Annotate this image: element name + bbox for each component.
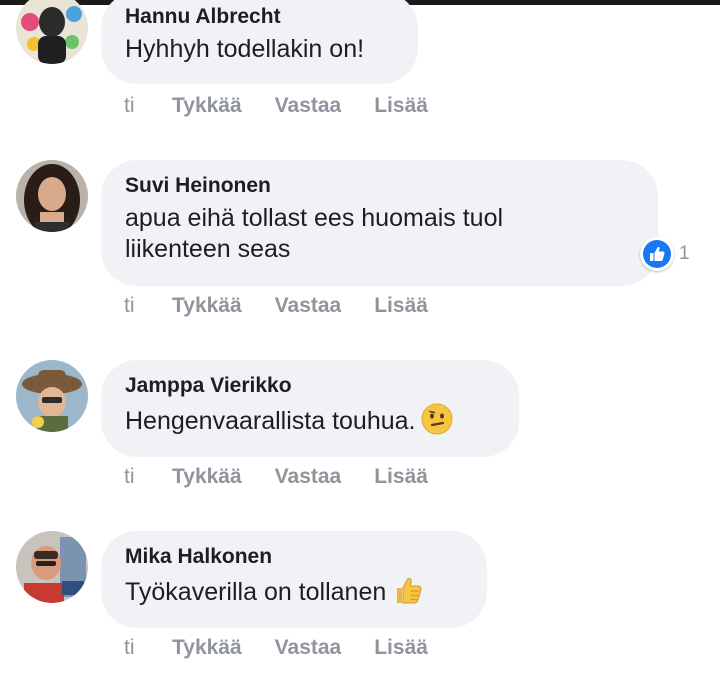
avatar[interactable] — [16, 0, 88, 64]
comment-bubble: Suvi Heinonen apua eihä tollast ees huom… — [101, 160, 658, 286]
author-name[interactable]: Suvi Heinonen — [125, 173, 634, 199]
author-name[interactable]: Mika Halkonen — [125, 544, 463, 570]
avatar[interactable] — [16, 160, 88, 232]
comment-time[interactable]: ti — [124, 293, 172, 319]
like-button[interactable]: Tykkää — [172, 464, 242, 490]
avatar[interactable] — [16, 360, 88, 432]
comment-actions: ti Tykkää Vastaa Lisää — [124, 635, 461, 661]
reaction-count: 1 — [679, 243, 690, 264]
more-button[interactable]: Lisää — [374, 464, 428, 490]
comment-text-content: Hengenvaarallista touhua. — [125, 407, 416, 435]
like-button[interactable]: Tykkää — [172, 293, 242, 319]
like-button[interactable]: Tykkää — [172, 93, 242, 119]
reply-button[interactable]: Vastaa — [275, 635, 342, 661]
comment-time[interactable]: ti — [124, 635, 172, 661]
like-button[interactable]: Tykkää — [172, 635, 242, 661]
author-name[interactable]: Hannu Albrecht — [125, 4, 394, 30]
comment-text-line-1: apua eihä tollast ees huomais tuol — [125, 204, 504, 232]
author-name[interactable]: Jamppa Vierikko — [125, 373, 495, 399]
reaction-summary[interactable]: 1 — [640, 237, 690, 271]
more-button[interactable]: Lisää — [374, 93, 428, 119]
avatar[interactable] — [16, 531, 88, 603]
comment-actions: ti Tykkää Vastaa Lisää — [124, 464, 461, 490]
reply-button[interactable]: Vastaa — [275, 464, 342, 490]
comment-bubble: Hannu Albrecht Hyhhyh todellakin on! — [101, 0, 418, 84]
comment-text-line-2: liikenteen seas — [125, 235, 291, 263]
thumbs-up-emoji — [392, 574, 424, 614]
more-button[interactable]: Lisää — [374, 635, 428, 661]
comment-text: Hyhhyh todellakin on! — [125, 35, 365, 63]
comment-bubble: Mika Halkonen Työkaverilla on tollanen — [101, 531, 487, 628]
comment-bubble: Jamppa Vierikko Hengenvaarallista touhua… — [101, 360, 519, 457]
reply-button[interactable]: Vastaa — [275, 93, 342, 119]
comment-time[interactable]: ti — [124, 464, 172, 490]
confused-face-emoji — [421, 403, 453, 443]
comment-actions: ti Tykkää Vastaa Lisää — [124, 93, 461, 119]
comment-actions: ti Tykkää Vastaa Lisää — [124, 293, 461, 319]
more-button[interactable]: Lisää — [374, 293, 428, 319]
like-icon — [643, 240, 671, 268]
comment-time[interactable]: ti — [124, 93, 172, 119]
comment-text: Työkaverilla on tollanen — [125, 574, 463, 614]
reply-button[interactable]: Vastaa — [275, 293, 342, 319]
comment-text-content: Työkaverilla on tollanen — [125, 578, 387, 606]
like-reaction-badge — [640, 237, 674, 271]
comment-text: Hengenvaarallista touhua. — [125, 403, 495, 443]
